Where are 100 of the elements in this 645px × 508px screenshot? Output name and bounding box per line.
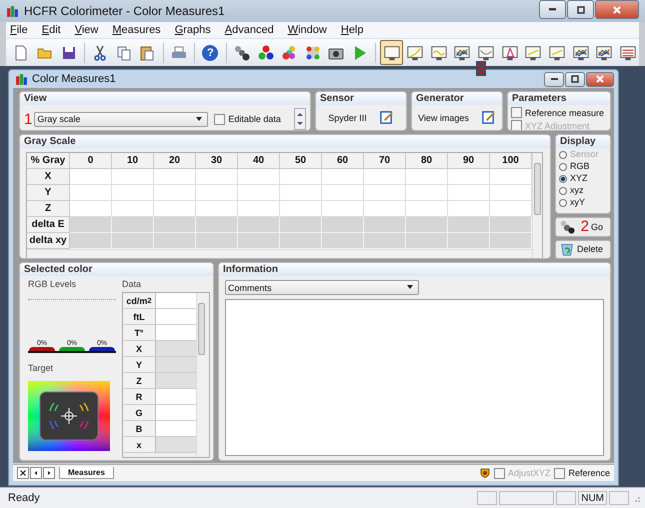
monitor-icon <box>382 44 401 62</box>
row-header: G <box>123 405 156 421</box>
monitor-icon <box>453 44 472 62</box>
minimize-icon <box>550 78 558 80</box>
menu-item[interactable]: Measures <box>112 24 161 36</box>
menu-item[interactable]: Window <box>288 24 327 36</box>
panel-title: Information <box>219 263 610 276</box>
menu-item[interactable]: Edit <box>42 24 61 36</box>
close-icon <box>612 4 622 14</box>
column-header: 30 <box>196 153 238 169</box>
sensor-probe-icon <box>559 218 575 235</box>
go-button[interactable]: 2 Go <box>555 217 612 236</box>
target-label: Target <box>28 363 54 373</box>
panel-title: Sensor <box>316 92 406 105</box>
column-header: 20 <box>154 153 196 169</box>
monitor-icon <box>430 44 448 62</box>
right-arrow-icon <box>45 469 53 477</box>
previous-tab-button[interactable] <box>30 467 42 479</box>
color-spheres-icon <box>304 44 322 62</box>
menu-item[interactable]: Help <box>340 24 364 36</box>
parameter-checkbox[interactable]: Reference measure <box>511 107 608 118</box>
rgb-levels-label: RGB Levels <box>28 279 78 289</box>
help-icon: ? <box>202 44 218 60</box>
maximize-icon <box>576 4 586 14</box>
edit-icon[interactable] <box>480 110 496 125</box>
close-icon <box>595 74 606 84</box>
display-radio-button[interactable]: XYZ <box>559 173 608 184</box>
column-header: 80 <box>406 153 448 169</box>
column-header: 90 <box>448 153 490 169</box>
row-header: Z <box>123 373 156 389</box>
monitor-icon <box>406 44 424 62</box>
column-header: 70 <box>364 153 406 169</box>
monitor-icon <box>524 44 542 62</box>
maximize-icon <box>570 74 580 84</box>
information-dropdown[interactable]: Comments <box>225 280 419 295</box>
panel-title: Selected color <box>20 263 213 276</box>
column-header: % Gray <box>27 153 70 169</box>
toolbar-button[interactable]: ? <box>199 40 222 65</box>
window-title: HCFR Colorimeter - Color Measures1 <box>24 4 225 18</box>
row-header: delta E <box>27 217 70 233</box>
column-header: 10 <box>112 153 154 169</box>
view-dropdown[interactable]: Gray scale <box>34 112 208 126</box>
maximize-button[interactable] <box>567 0 594 19</box>
next-tab-button[interactable] <box>43 467 55 479</box>
status-text: Ready <box>8 492 40 504</box>
display-radio-button[interactable]: RGB <box>559 161 608 172</box>
editable-data-checkbox[interactable]: Editable data <box>214 114 281 124</box>
row-header: delta xy <box>27 233 70 249</box>
display-radio-button[interactable]: xyY <box>559 197 608 208</box>
status-pane <box>499 491 554 505</box>
menu-item[interactable]: File <box>10 24 28 36</box>
annotation-number: 3 <box>476 61 486 76</box>
horizontal-scrollbar[interactable] <box>27 249 532 258</box>
row-header: R <box>123 389 156 405</box>
close-button[interactable] <box>595 0 639 19</box>
panel-title: View <box>20 92 310 105</box>
window-title: Color Measures1 <box>32 73 116 85</box>
clipboard-icon <box>138 44 156 62</box>
edit-icon[interactable] <box>378 110 394 125</box>
annotation-number: 2 <box>580 219 589 234</box>
delete-button[interactable]: Delete <box>555 240 612 259</box>
monitor-icon <box>595 44 614 62</box>
column-header: 100 <box>490 153 532 169</box>
status-pane <box>556 491 576 505</box>
close-tab-button[interactable] <box>17 467 29 479</box>
menu-item[interactable]: View <box>74 24 98 36</box>
minimize-button[interactable] <box>539 0 566 19</box>
row-header: X <box>27 169 70 185</box>
maximize-button[interactable] <box>565 72 586 86</box>
panel-title: Generator <box>412 92 502 105</box>
copy-icon <box>114 44 133 62</box>
monitor-icon <box>618 44 637 62</box>
display-radio-button[interactable]: xyz <box>559 185 608 196</box>
option-checkbox[interactable]: Reference <box>554 468 610 478</box>
minimize-icon <box>549 8 556 11</box>
recycle-bin-icon <box>559 241 575 258</box>
row-header: T° <box>123 325 156 341</box>
close-icon <box>19 469 27 477</box>
app-logo-icon <box>6 4 19 18</box>
row-header: Z <box>27 201 70 217</box>
num-lock-indicator: NUM <box>578 491 607 505</box>
vertical-scrollbar[interactable] <box>196 293 206 457</box>
monitor-icon <box>572 44 590 62</box>
row-header: Y <box>123 357 156 373</box>
menu-item[interactable]: Advanced <box>224 24 274 36</box>
menu-item[interactable]: Graphs <box>174 24 211 36</box>
vertical-scrollbar[interactable] <box>532 153 542 258</box>
sheet-tab[interactable]: Measures <box>59 467 114 479</box>
spin-control[interactable] <box>294 108 306 130</box>
column-header: 0 <box>70 153 112 169</box>
status-pane <box>609 491 629 505</box>
panel-title: Display <box>556 135 610 148</box>
shield-icon <box>480 468 490 478</box>
toolbar-button[interactable] <box>380 40 403 65</box>
row-header: ftL <box>123 309 156 325</box>
monitor-icon <box>500 44 519 62</box>
column-header: 40 <box>238 153 280 169</box>
minimize-button[interactable] <box>544 72 564 86</box>
sensor-name: Spyder III <box>328 112 367 122</box>
close-button[interactable] <box>586 72 614 86</box>
